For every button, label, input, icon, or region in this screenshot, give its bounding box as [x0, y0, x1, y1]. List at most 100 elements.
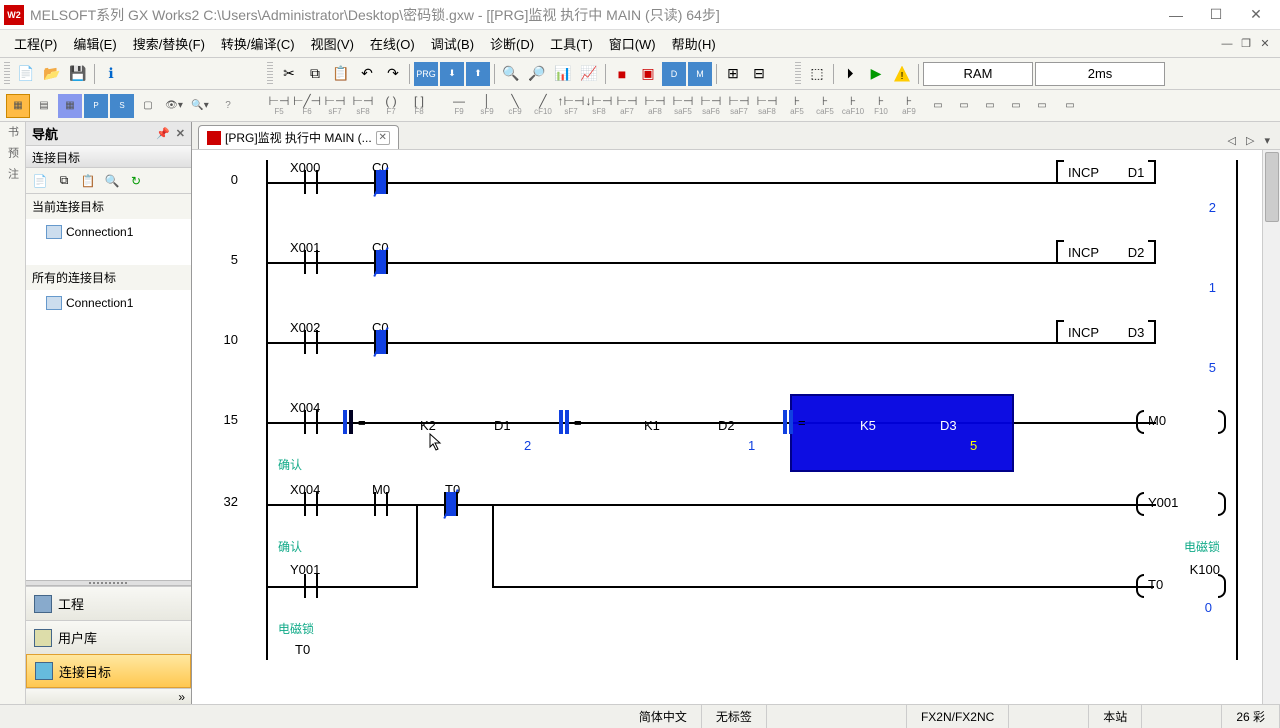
saf7[interactable]: ⊢⊣saF7 [726, 92, 752, 120]
nav-tb-1[interactable]: 📄 [30, 171, 50, 191]
nav-expand[interactable]: » [26, 688, 191, 704]
saf6[interactable]: ⊢⊣saF6 [698, 92, 724, 120]
contact-c0-nc-2[interactable] [372, 330, 390, 354]
preview-tab[interactable]: 预 [5, 147, 21, 158]
caf5[interactable]: ⊦caF5 [812, 92, 838, 120]
coil-t0[interactable]: T0 [1136, 574, 1226, 598]
paste-icon[interactable]: 📋 [329, 62, 353, 86]
redo-icon[interactable]: ↷ [381, 62, 405, 86]
contact-t0-nc[interactable] [442, 492, 460, 516]
nav-tab-target[interactable]: 连接目标 [26, 654, 191, 688]
menu-debug[interactable]: 调试(B) [423, 30, 482, 57]
menu-help[interactable]: 帮助(H) [664, 30, 724, 57]
tb-icon-15[interactable]: ⏵ [838, 62, 862, 86]
scrollbar-thumb[interactable] [1265, 152, 1279, 222]
mdi-minimize[interactable]: — [1218, 35, 1236, 53]
menu-tools[interactable]: 工具(T) [542, 30, 601, 57]
run-icon[interactable]: ▶ [864, 62, 888, 86]
coil-y001[interactable]: Y001 [1136, 492, 1226, 516]
sf8-fall[interactable]: ↓⊢⊣sF8 [586, 92, 612, 120]
instr-incp-d1[interactable]: INCP D1 [1056, 160, 1226, 184]
tb-icon-9[interactable]: ▣ [636, 62, 660, 86]
tb-icon-12[interactable]: ⊞ [721, 62, 745, 86]
tb-icon-14[interactable]: ⬚ [805, 62, 829, 86]
tb-icon-2[interactable]: ⬇ [440, 62, 464, 86]
nav-tab-userlib[interactable]: 用户库 [26, 620, 191, 654]
nav-tb-3[interactable]: 📋 [78, 171, 98, 191]
nav-tb-4[interactable]: 🔍 [102, 171, 122, 191]
rung-5[interactable]: 5 X001 C0 INCP D2 1 [242, 240, 1252, 300]
tab-menu[interactable]: ▾ [1260, 132, 1274, 149]
tab-close-icon[interactable]: ✕ [376, 131, 390, 145]
cf9[interactable]: ╲cF9 [502, 92, 528, 120]
tb-icon-11[interactable]: M [688, 62, 712, 86]
contact-x002[interactable] [302, 330, 320, 354]
sf9[interactable]: │sF9 [474, 92, 500, 120]
f6-contact-nc[interactable]: ⊢╱⊣F6 [294, 92, 320, 120]
tb-icon-6[interactable]: 📊 [551, 62, 575, 86]
nav-panel-icon[interactable]: ▦ [6, 94, 30, 118]
toolbar-grip2[interactable] [267, 62, 273, 86]
menu-convert[interactable]: 转换/编译(C) [213, 30, 303, 57]
cf10[interactable]: ╱cF10 [530, 92, 556, 120]
menu-project[interactable]: 工程(P) [6, 30, 65, 57]
f9[interactable]: —F9 [446, 92, 472, 120]
tab-prev[interactable]: ◁ [1224, 132, 1240, 149]
menu-edit[interactable]: 编辑(E) [65, 30, 124, 57]
nav-tb-5[interactable]: ↻ [126, 171, 146, 191]
tb2-icon-4[interactable]: S [110, 94, 134, 118]
af5[interactable]: ⊦aF5 [784, 92, 810, 120]
tb2-dropdown[interactable]: 👁▾ [162, 94, 186, 118]
tree-item-conn2[interactable]: Connection1 [32, 294, 185, 312]
sf7-rise[interactable]: ↑⊢⊣sF7 [558, 92, 584, 120]
maximize-button[interactable]: ☐ [1196, 3, 1236, 27]
tb2-end5[interactable]: ▭ [1030, 94, 1054, 118]
tb2-icon-2[interactable]: ▦ [58, 94, 82, 118]
notes-tab[interactable]: 注 [5, 168, 21, 179]
minimize-button[interactable]: — [1156, 3, 1196, 27]
f10[interactable]: ⊦F10 [868, 92, 894, 120]
tb2-end3[interactable]: ▭ [978, 94, 1002, 118]
tb2-end2[interactable]: ▭ [952, 94, 976, 118]
rung-0[interactable]: 0 X000 C0 INCP D1 2 [242, 160, 1252, 220]
bookmark-tab[interactable]: 书 [5, 126, 21, 137]
tree-item-conn1[interactable]: Connection1 [32, 223, 185, 241]
contact-m0[interactable] [372, 492, 390, 516]
f5-contact-no[interactable]: ⊢⊣F5 [266, 92, 292, 120]
contact-x001[interactable] [302, 250, 320, 274]
tb-icon-1[interactable]: PRG [414, 62, 438, 86]
tb-icon-3[interactable]: ⬆ [466, 62, 490, 86]
f7b[interactable]: ( )F7 [378, 92, 404, 120]
tb2-end1[interactable]: ▭ [926, 94, 950, 118]
cut-icon[interactable]: ✂ [277, 62, 301, 86]
instr-incp-d3[interactable]: INCP D3 [1056, 320, 1226, 344]
ladder-diagram[interactable]: 0 X000 C0 INCP D1 2 5 X001 C [192, 150, 1280, 704]
tb2-end6[interactable]: ▭ [1058, 94, 1082, 118]
rung-32[interactable]: 32 X004 确认 M0 T0 Y001 [242, 482, 1252, 582]
f8b[interactable]: [ ]F8 [406, 92, 432, 120]
copy-icon[interactable]: ⧉ [303, 62, 327, 86]
nav-tab-project[interactable]: 工程 [26, 586, 191, 620]
toolbar-grip[interactable] [4, 62, 10, 86]
tb2-help[interactable]: ? [216, 94, 240, 118]
af9[interactable]: ⊦aF9 [896, 92, 922, 120]
cmp-k1-d2[interactable]: = [558, 410, 582, 434]
contact-x000[interactable] [302, 170, 320, 194]
contact-x004[interactable] [302, 410, 320, 434]
cmp-k2-d1[interactable]: = [342, 410, 366, 434]
save-icon[interactable]: 💾 [66, 62, 90, 86]
tb-icon-4[interactable]: 🔍 [499, 62, 523, 86]
menu-diagnose[interactable]: 诊断(D) [482, 30, 542, 57]
mdi-close[interactable]: ✕ [1256, 35, 1274, 53]
instr-incp-d2[interactable]: INCP D2 [1056, 240, 1226, 264]
rung-15[interactable]: 15 X004 确认 = K2 D1 2 = K1 D2 1 [242, 400, 1252, 480]
help-icon[interactable]: ℹ [99, 62, 123, 86]
new-icon[interactable]: 📄 [14, 62, 38, 86]
tb2-icon-3[interactable]: P [84, 94, 108, 118]
caf10[interactable]: ⊦caF10 [840, 92, 866, 120]
tb-icon-13[interactable]: ⊟ [747, 62, 771, 86]
toolbar-grip3[interactable] [795, 62, 801, 86]
tb2-icon-5[interactable]: ▢ [136, 94, 160, 118]
warn-icon[interactable]: ! [890, 62, 914, 86]
tb2-icon-1[interactable]: ▤ [32, 94, 56, 118]
